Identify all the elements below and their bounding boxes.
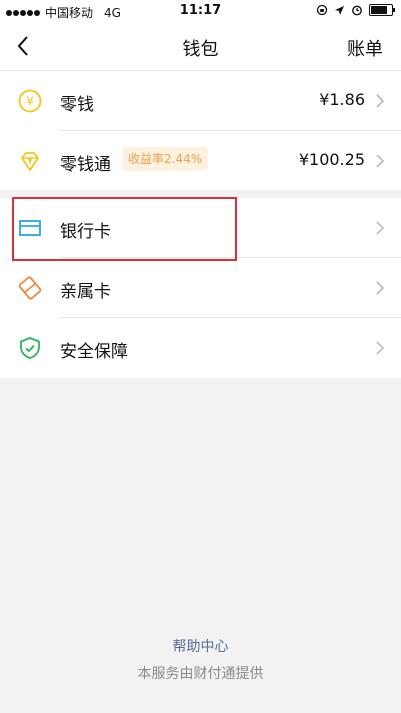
svg-text:¥: ¥ — [26, 95, 34, 109]
status-right — [316, 4, 395, 16]
shield-icon — [20, 337, 40, 359]
bank-card-row[interactable]: 银行卡 — [0, 198, 401, 258]
licaitong-amount: ¥100.25 — [298, 150, 365, 169]
help-center-link[interactable]: 帮助中心 — [0, 636, 401, 656]
licaitong-label: 零钱通 — [60, 155, 111, 175]
diamond-icon — [21, 152, 39, 171]
card-icon — [19, 220, 41, 236]
services-group: 银行卡 亲属卡 安全保障 — [0, 198, 401, 378]
status-bar: 中国移动 4G 11:17 — [0, 0, 401, 22]
chevron-right-icon — [376, 154, 385, 168]
chevron-right-icon — [376, 341, 385, 355]
change-row[interactable]: ¥ 零钱 ¥1.86 — [0, 71, 401, 131]
rotation-lock-icon — [316, 4, 328, 16]
chevron-right-icon — [376, 94, 385, 108]
battery-icon — [369, 4, 395, 16]
navigation-bar: 钱包 账单 — [0, 22, 401, 71]
provider-note: 本服务由财付通提供 — [137, 666, 264, 682]
chevron-right-icon — [376, 221, 385, 235]
bank-card-label: 银行卡 — [60, 222, 111, 242]
change-amount: ¥1.86 — [319, 90, 365, 109]
page-title: 钱包 — [182, 39, 219, 60]
yield-rate-badge: 收益率2.44% — [122, 147, 209, 171]
family-card-label: 亲属卡 — [60, 282, 111, 302]
security-row[interactable]: 安全保障 — [0, 318, 401, 378]
family-card-row[interactable]: 亲属卡 — [0, 258, 401, 318]
chevron-right-icon — [376, 281, 385, 295]
balance-group: ¥ 零钱 ¥1.86 零钱通 ¥100.25 — [0, 71, 401, 190]
bill-button[interactable]: 账单 — [347, 35, 383, 61]
family-card-icon — [18, 276, 42, 300]
alarm-icon — [352, 5, 362, 16]
change-label: 零钱 — [60, 95, 94, 115]
yen-coin-icon: ¥ — [18, 89, 42, 113]
location-arrow-icon — [335, 5, 344, 15]
security-label: 安全保障 — [60, 342, 128, 362]
